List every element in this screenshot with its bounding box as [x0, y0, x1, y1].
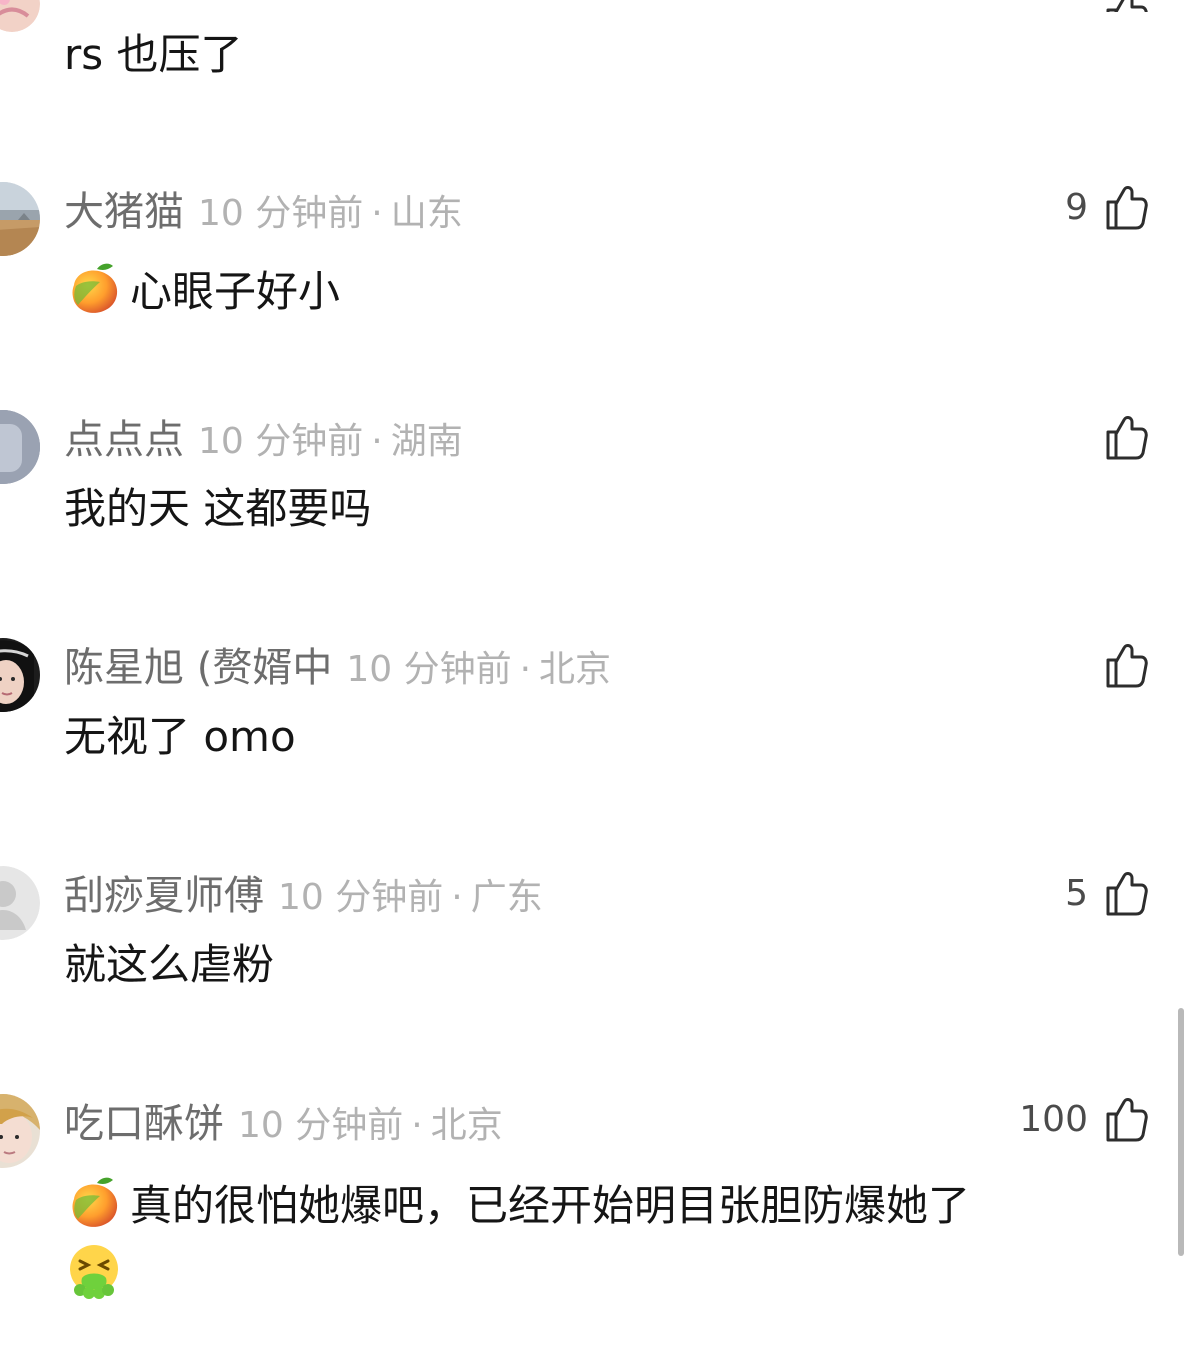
like-icon[interactable] [1100, 0, 1150, 12]
comment-text: 无视了 omo [64, 712, 296, 761]
comment-text-body: 心眼子好小 [130, 267, 341, 316]
scrollbar[interactable] [1178, 1008, 1184, 1256]
meta-separator: · [411, 1105, 423, 1146]
comment-text: 心眼子好小 [64, 258, 340, 318]
avatar-icon[interactable] [0, 1094, 40, 1168]
like-icon [1106, 644, 1148, 688]
avatar-icon[interactable] [0, 638, 40, 712]
like-button[interactable]: 9 [1065, 180, 1150, 234]
comment-text: 真的很怕她爆吧，已经开始明目张胆防爆她了 [64, 1170, 1104, 1323]
avatar-icon[interactable] [0, 0, 40, 32]
like-icon [1106, 872, 1148, 916]
mango-emoji-icon [64, 258, 124, 318]
like-button[interactable] [1088, 638, 1150, 692]
comment-meta: 吃口酥饼 10 分钟前 · 北京 [64, 1104, 503, 1144]
comment-text: 就这么虐粉 [64, 940, 275, 989]
comment-time: 10 分钟前 [198, 421, 364, 462]
avatar-icon[interactable]: 23 [0, 410, 40, 484]
like-count: 5 [1065, 872, 1088, 914]
comment-location: 广东 [470, 877, 543, 918]
comment-time: 10 分钟前 [238, 1105, 404, 1146]
comment-time: 10 分钟前 [198, 193, 364, 234]
author-name[interactable]: 陈星旭 (赘婿中 [64, 645, 332, 691]
comment-text: 我的天 这都要吗 [64, 484, 372, 533]
comment-location: 北京 [430, 1105, 503, 1146]
like-count: 9 [1065, 186, 1088, 228]
meta-separator: · [451, 877, 463, 918]
mango-emoji-icon [64, 1172, 124, 1232]
meta-separator: · [371, 193, 383, 234]
author-name[interactable]: 点点点 [64, 417, 184, 463]
comment-meta: 大猪猫 10 分钟前 · 山东 [64, 192, 463, 232]
comment-location: 湖南 [390, 421, 463, 462]
meta-separator: · [371, 421, 383, 462]
comment-meta: 点点点 10 分钟前 · 湖南 [64, 420, 463, 460]
like-icon [1106, 416, 1148, 460]
like-count: 100 [1019, 1098, 1088, 1140]
avatar-icon[interactable] [0, 866, 40, 940]
comment-time: 10 分钟前 [346, 649, 512, 690]
like-button[interactable]: 100 [1019, 1092, 1150, 1146]
like-button[interactable] [1088, 410, 1150, 464]
avatar-icon[interactable] [0, 182, 40, 256]
comment-text-body: 真的很怕她爆吧，已经开始明目张胆防爆她了 [130, 1181, 971, 1230]
comment-location: 北京 [539, 649, 612, 690]
meta-separator: · [519, 649, 532, 690]
like-button[interactable]: 5 [1065, 866, 1150, 920]
comment-time: 10 分钟前 [278, 877, 444, 918]
author-name[interactable]: 刮痧夏师傅 [64, 873, 264, 919]
vomiting-face-emoji-icon [64, 1241, 124, 1301]
comment-meta: 陈星旭 (赘婿中 10 分钟前 · 北京 [64, 648, 611, 688]
like-icon [1106, 186, 1148, 230]
comment-list: rs 也压了 大猪猫 10 分钟前 · 山东 9 心眼子好小 点点点 10 分钟… [0, 0, 1194, 1356]
author-name[interactable]: 吃口酥饼 [64, 1101, 224, 1147]
comment-location: 山东 [390, 193, 463, 234]
comment-text: rs 也压了 [64, 30, 243, 79]
like-icon [1106, 1098, 1148, 1142]
author-name[interactable]: 大猪猫 [64, 189, 184, 235]
comment-meta: 刮痧夏师傅 10 分钟前 · 广东 [64, 876, 543, 916]
